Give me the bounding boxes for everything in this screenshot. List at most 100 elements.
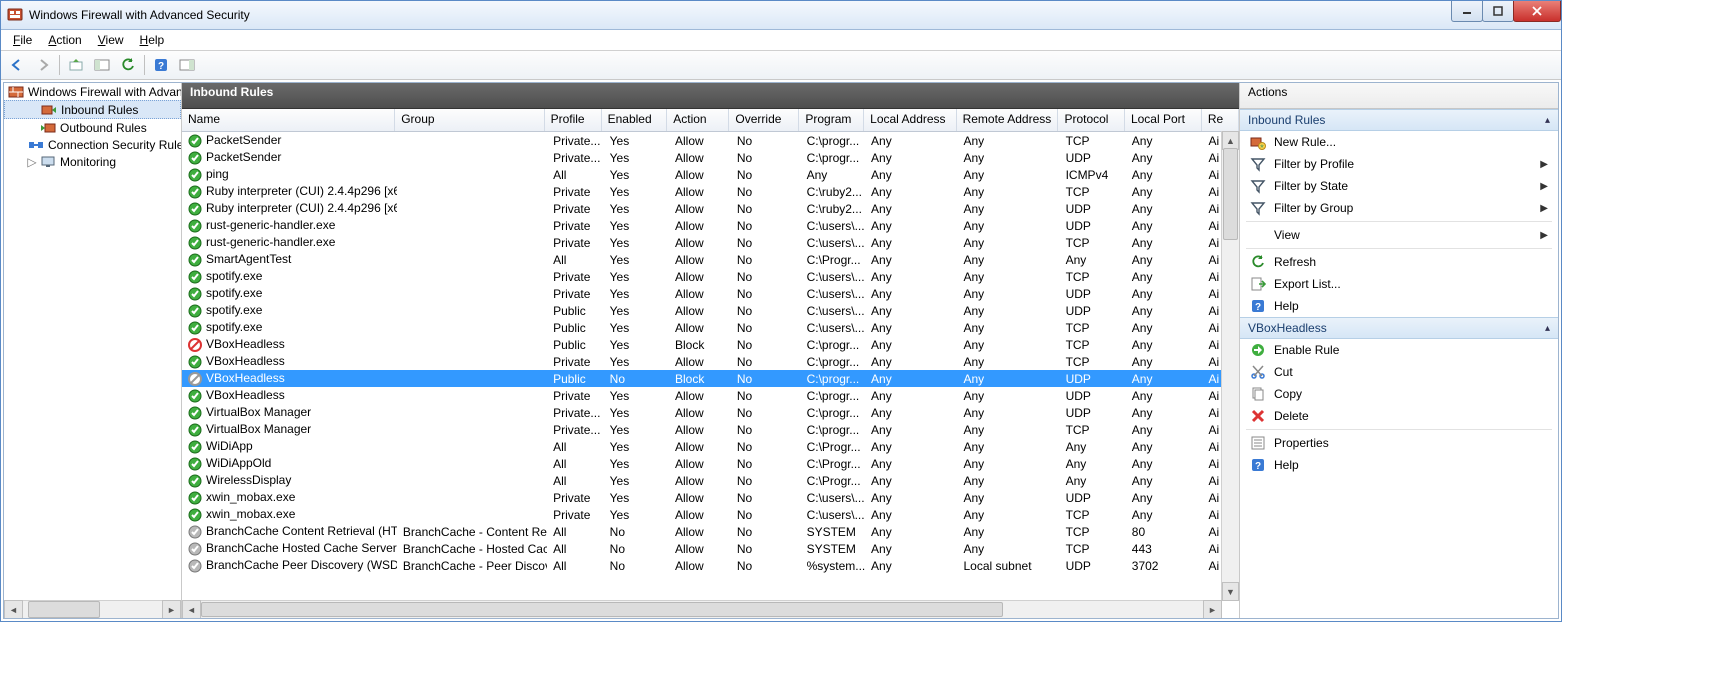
maximize-button[interactable] (1482, 1, 1514, 22)
cell-override: No (731, 236, 801, 250)
expander-icon[interactable]: ▷ (26, 155, 38, 169)
rule-row[interactable]: xwin_mobax.exePrivateYesAllowNoC:\users\… (182, 489, 1239, 506)
menu-help[interactable]: Help (134, 32, 171, 48)
rule-row[interactable]: spotify.exePublicYesAllowNoC:\users\...A… (182, 319, 1239, 336)
action-enable-rule[interactable]: Enable Rule (1240, 339, 1558, 361)
refresh-icon (1250, 254, 1266, 270)
tree-item-monitoring[interactable]: ▷Monitoring (4, 153, 181, 170)
tree-hscrollbar[interactable]: ◄ ► (4, 600, 181, 618)
rule-row[interactable]: rust-generic-handler.exePrivateYesAllowN… (182, 217, 1239, 234)
scroll-left-icon[interactable]: ◄ (4, 600, 23, 618)
action-view[interactable]: View▶ (1240, 224, 1558, 246)
scroll-thumb[interactable] (1223, 148, 1238, 240)
cell-program: C:\users\... (801, 508, 865, 522)
column-header-action[interactable]: Action (667, 109, 729, 131)
column-header-remote-address[interactable]: Remote Address (957, 109, 1059, 131)
action-refresh[interactable]: Refresh (1240, 251, 1558, 273)
action-help[interactable]: ?Help (1240, 454, 1558, 476)
delete-icon (1250, 408, 1266, 424)
menu-file[interactable]: File (7, 32, 38, 48)
tree-item-connection-security-rules[interactable]: Connection Security Rules (4, 136, 181, 153)
action-filter-by-profile[interactable]: Filter by Profile▶ (1240, 153, 1558, 175)
scroll-thumb[interactable] (201, 602, 1003, 617)
rule-row[interactable]: PacketSenderPrivate...YesAllowNoC:\progr… (182, 149, 1239, 166)
up-button[interactable] (64, 53, 88, 77)
grid-hscrollbar[interactable]: ◄ ► (182, 600, 1222, 618)
action-export-list[interactable]: Export List... (1240, 273, 1558, 295)
scroll-left-icon[interactable]: ◄ (182, 600, 201, 618)
column-header-override[interactable]: Override (729, 109, 799, 131)
column-header-protocol[interactable]: Protocol (1058, 109, 1125, 131)
cell-profile: Private (547, 270, 604, 284)
cell-remote-address: Any (957, 355, 1059, 369)
action-new-rule[interactable]: ★New Rule... (1240, 131, 1558, 153)
action-properties[interactable]: Properties (1240, 432, 1558, 454)
show-hide-tree-button[interactable] (90, 53, 114, 77)
rule-state-icon (188, 491, 202, 505)
cell-name: WiDiApp (182, 439, 397, 454)
rule-row[interactable]: WiDiAppAllYesAllowNoC:\Progr...AnyAnyAny… (182, 438, 1239, 455)
column-header-name[interactable]: Name (182, 109, 395, 131)
titlebar[interactable]: Windows Firewall with Advanced Security (1, 1, 1561, 30)
column-header-program[interactable]: Program (799, 109, 864, 131)
rule-row[interactable]: PacketSenderPrivate...YesAllowNoC:\progr… (182, 132, 1239, 149)
column-header-local-address[interactable]: Local Address (864, 109, 956, 131)
action-filter-by-group[interactable]: Filter by Group▶ (1240, 197, 1558, 219)
rule-row[interactable]: SmartAgentTestAllYesAllowNoC:\Progr...An… (182, 251, 1239, 268)
cell-protocol: UDP (1060, 304, 1126, 318)
rule-row[interactable]: Ruby interpreter (CUI) 2.4.4p296 [x64-mi… (182, 200, 1239, 217)
collapse-icon[interactable]: ▴ (1545, 115, 1550, 126)
rule-row[interactable]: VBoxHeadlessPrivateYesAllowNoC:\progr...… (182, 387, 1239, 404)
rule-row[interactable]: spotify.exePublicYesAllowNoC:\users\...A… (182, 302, 1239, 319)
scroll-right-icon[interactable]: ► (162, 600, 181, 618)
tree-item-inbound-rules[interactable]: Inbound Rules (4, 100, 181, 119)
actions-section-inbound-rules[interactable]: Inbound Rules ▴ (1240, 109, 1558, 131)
column-header-enabled[interactable]: Enabled (602, 109, 668, 131)
back-button[interactable] (5, 53, 29, 77)
help-button[interactable]: ? (149, 53, 173, 77)
tree-root[interactable]: Windows Firewall with Advanced (4, 83, 181, 100)
action-help[interactable]: ?Help (1240, 295, 1558, 317)
scroll-down-icon[interactable]: ▼ (1222, 582, 1239, 601)
toolbar: ? (1, 51, 1561, 80)
actions-section-selection[interactable]: VBoxHeadless ▴ (1240, 317, 1558, 339)
rule-row[interactable]: BranchCache Content Retrieval (HTTP-In)B… (182, 523, 1239, 540)
action-filter-by-state[interactable]: Filter by State▶ (1240, 175, 1558, 197)
grid-vscrollbar[interactable]: ▲ ▼ (1221, 131, 1239, 601)
action-copy[interactable]: Copy (1240, 383, 1558, 405)
column-header-re[interactable]: Re (1202, 109, 1239, 131)
scroll-thumb[interactable] (28, 601, 100, 618)
refresh-button[interactable] (116, 53, 140, 77)
rule-row[interactable]: BranchCache Peer Discovery (WSD-In)Branc… (182, 557, 1239, 574)
column-header-group[interactable]: Group (395, 109, 544, 131)
rule-row[interactable]: spotify.exePrivateYesAllowNoC:\users\...… (182, 268, 1239, 285)
column-header-local-port[interactable]: Local Port (1125, 109, 1202, 131)
rule-row[interactable]: VirtualBox ManagerPrivate...YesAllowNoC:… (182, 421, 1239, 438)
action-delete[interactable]: Delete (1240, 405, 1558, 427)
tree-item-outbound-rules[interactable]: Outbound Rules (4, 119, 181, 136)
rule-row[interactable]: xwin_mobax.exePrivateYesAllowNoC:\users\… (182, 506, 1239, 523)
column-header-profile[interactable]: Profile (545, 109, 602, 131)
show-hide-action-pane-button[interactable] (175, 53, 199, 77)
minimize-button[interactable] (1451, 1, 1483, 22)
cell-program: C:\Progr... (801, 474, 865, 488)
rule-row[interactable]: VBoxHeadlessPrivateYesAllowNoC:\progr...… (182, 353, 1239, 370)
rule-row[interactable]: BranchCache Hosted Cache Server (HTT...B… (182, 540, 1239, 557)
scroll-right-icon[interactable]: ► (1203, 600, 1222, 618)
action-label: Export List... (1274, 277, 1341, 291)
rule-row[interactable]: WirelessDisplayAllYesAllowNoC:\Progr...A… (182, 472, 1239, 489)
rule-row[interactable]: rust-generic-handler.exePrivateYesAllowN… (182, 234, 1239, 251)
action-cut[interactable]: Cut (1240, 361, 1558, 383)
menu-view[interactable]: View (92, 32, 130, 48)
rule-row[interactable]: VBoxHeadlessPublicYesBlockNoC:\progr...A… (182, 336, 1239, 353)
close-button[interactable] (1513, 1, 1561, 22)
collapse-icon[interactable]: ▴ (1545, 323, 1550, 334)
rule-row[interactable]: VBoxHeadlessPublicNoBlockNoC:\progr...An… (182, 370, 1239, 387)
forward-button[interactable] (31, 53, 55, 77)
rule-row[interactable]: VirtualBox ManagerPrivate...YesAllowNoC:… (182, 404, 1239, 421)
rule-row[interactable]: spotify.exePrivateYesAllowNoC:\users\...… (182, 285, 1239, 302)
menu-action[interactable]: Action (42, 32, 87, 48)
rule-row[interactable]: Ruby interpreter (CUI) 2.4.4p296 [x64-mi… (182, 183, 1239, 200)
rule-row[interactable]: WiDiAppOldAllYesAllowNoC:\Progr...AnyAny… (182, 455, 1239, 472)
rule-row[interactable]: pingAllYesAllowNoAnyAnyAnyICMPv4AnyAi (182, 166, 1239, 183)
